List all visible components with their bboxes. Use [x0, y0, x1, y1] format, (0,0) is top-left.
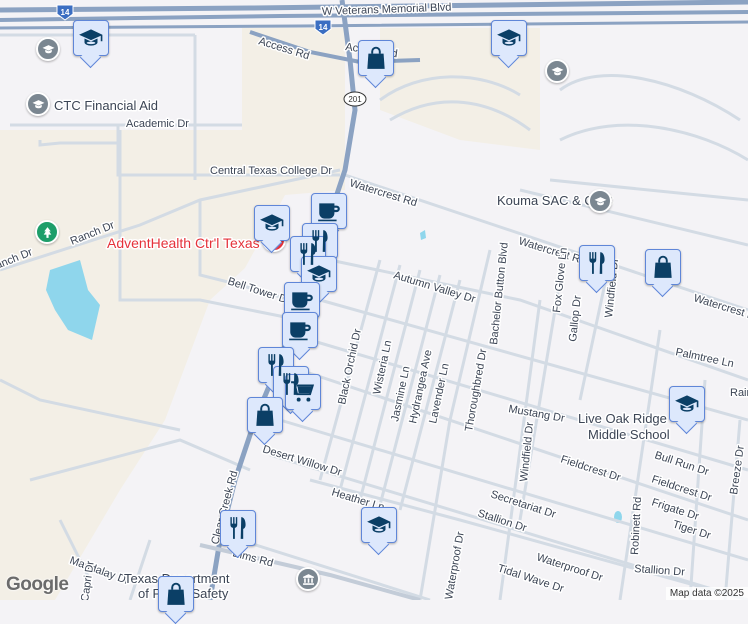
pond	[420, 230, 426, 240]
marker-shopping[interactable]	[358, 40, 394, 89]
school-poi-icon[interactable]	[545, 59, 569, 83]
map-attribution[interactable]: Map data ©2025	[665, 587, 748, 600]
shopping-bag-icon	[650, 254, 676, 280]
poi-label: Middle School	[588, 427, 670, 442]
street-label: Palmtree Ln	[674, 346, 735, 370]
street-label: Bell Tower Dr	[226, 275, 292, 307]
svg-text:14: 14	[61, 8, 70, 17]
street-label: Mandalay Dr	[68, 555, 131, 588]
fork-knife-icon	[225, 515, 251, 541]
marker-school[interactable]	[254, 205, 290, 254]
shopping-cart-icon	[290, 379, 316, 405]
park-poi-icon[interactable]	[35, 220, 59, 244]
street-label: Gallop Dr	[567, 295, 584, 343]
street-label: Desert Willow Dr	[261, 443, 343, 479]
shopping-bag-icon	[163, 581, 189, 607]
coffee-cup-icon	[287, 317, 313, 343]
marker-grocery[interactable]	[285, 374, 321, 423]
graduation-cap-icon	[366, 512, 392, 538]
school-poi-icon[interactable]	[36, 37, 60, 61]
marker-restaurant[interactable]	[220, 510, 256, 559]
marker-school[interactable]	[669, 386, 705, 435]
graduation-cap-icon	[259, 210, 285, 236]
graduation-cap-icon	[306, 261, 332, 287]
school-poi-icon[interactable]	[26, 92, 50, 116]
street-label: Rain	[730, 387, 748, 399]
street-label: Academic Dr	[126, 118, 189, 130]
fork-knife-icon	[584, 250, 610, 276]
school-poi-icon[interactable]	[588, 189, 612, 213]
marker-shopping[interactable]	[645, 249, 681, 298]
street-label: Thoroughbred Dr	[463, 348, 489, 433]
street-label: Black Orchid Dr	[336, 327, 364, 405]
street-label: Fieldcrest Dr	[559, 453, 622, 484]
street-label: Stallion Dr	[634, 563, 686, 579]
graduation-cap-icon	[674, 391, 700, 417]
route-shield: 201	[343, 91, 367, 107]
marker-school[interactable]	[73, 20, 109, 69]
street-label: Bull Run Dr	[653, 449, 711, 478]
hospital-label: AdventHealth Ctr'l Texas	[107, 235, 260, 251]
graduation-cap-icon	[496, 25, 522, 51]
poi-label: Live Oak Ridge	[578, 411, 667, 426]
street-label: Watercrest Rd	[692, 292, 748, 324]
street-label: Robinett Rd	[629, 497, 644, 556]
marker-school[interactable]	[491, 20, 527, 69]
coffee-cup-icon	[316, 198, 342, 224]
google-logo[interactable]: Google	[6, 574, 69, 596]
coffee-cup-icon	[289, 287, 315, 313]
government-poi-icon[interactable]	[296, 567, 320, 591]
street-label: Waterproof Dr	[443, 530, 467, 600]
marker-restaurant[interactable]	[579, 245, 615, 294]
shopping-bag-icon	[363, 45, 389, 71]
svg-text:14: 14	[319, 23, 328, 32]
svg-text:201: 201	[348, 95, 362, 104]
poi-label: CTC Financial Aid	[54, 98, 158, 113]
street-label: Central Texas College Dr	[210, 165, 332, 177]
shopping-bag-icon	[252, 402, 278, 428]
street-label: Watercrest Rd	[348, 177, 418, 209]
marker-shopping[interactable]	[158, 576, 194, 624]
marker-shopping[interactable]	[247, 397, 283, 446]
marker-school[interactable]	[361, 507, 397, 556]
graduation-cap-icon	[78, 25, 104, 51]
street-label: Windfield Dr	[518, 421, 536, 482]
